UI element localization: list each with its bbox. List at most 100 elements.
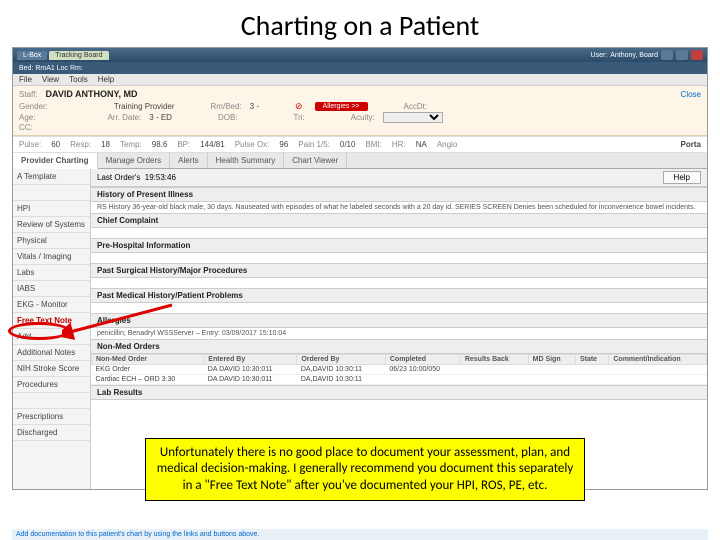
titlebar: L-Box Tracking Board User: Anthony, Boar… <box>13 48 707 62</box>
sidebar-item[interactable]: Physical <box>13 233 90 249</box>
table-header: Ordered By <box>297 355 386 365</box>
dob-label: DOB: <box>218 113 238 122</box>
main-tabs: Provider Charting Manage Orders Alerts H… <box>13 153 707 169</box>
sidebar: A Template HPIReview of SystemsPhysicalV… <box>13 169 91 489</box>
allergies-text: penicillin; Benadryl WSSServer – Entry: … <box>91 328 707 339</box>
hr-value: NA <box>416 140 427 149</box>
acuity-select[interactable] <box>383 112 443 123</box>
last-orders-label: Last Order's <box>97 173 140 182</box>
temp-value: 98.6 <box>152 140 168 149</box>
sidebar-item[interactable]: Add <box>13 329 90 345</box>
prehosp-body <box>91 253 707 263</box>
patient-header: Staff: DAVID ANTHONY, MD Close Gender: T… <box>13 86 707 136</box>
footer-message: Add documentation to this patient's char… <box>12 529 708 540</box>
menu-view[interactable]: View <box>42 75 59 84</box>
vitals-bar: Pulse:60 Resp:18 Temp:98.6 BP:144/81 Pul… <box>13 136 707 153</box>
titlebar-tab-tracking[interactable]: Tracking Board <box>49 51 108 60</box>
close-link[interactable]: Close <box>681 90 701 99</box>
angio-label: Angio <box>437 140 457 149</box>
sidebar-item[interactable] <box>13 393 90 409</box>
sidebar-item[interactable]: Labs <box>13 265 90 281</box>
table-header: Completed <box>385 355 460 365</box>
porta-link[interactable]: Porta <box>681 140 701 149</box>
slide-title: Charting on a Patient <box>0 0 720 47</box>
sidebar-item[interactable]: Prescriptions <box>13 409 90 425</box>
menu-file[interactable]: File <box>19 75 32 84</box>
sidebar-item[interactable] <box>13 185 90 201</box>
sidebar-item[interactable]: Procedures <box>13 377 90 393</box>
sidebar-item[interactable]: Vitals / Imaging <box>13 249 90 265</box>
hr-label: HR: <box>392 140 406 149</box>
psh-body <box>91 278 707 288</box>
staff-name: DAVID ANTHONY, MD <box>46 89 138 99</box>
allergies-button[interactable]: Allergies >> <box>315 102 368 111</box>
temp-label: Temp: <box>120 140 142 149</box>
sidebar-item[interactable]: HPI <box>13 201 90 217</box>
sidebar-item[interactable]: Additional Notes <box>13 345 90 361</box>
sidebar-item[interactable]: EKG - Monitor <box>13 297 90 313</box>
arrdate-value: 3 - ED <box>149 113 172 122</box>
tri-label: Tri: <box>294 113 305 122</box>
sidebar-item[interactable]: NIH Stroke Score <box>13 361 90 377</box>
accdt-label: AccDt: <box>404 102 428 111</box>
pain-label: Pain 1/5: <box>298 140 330 149</box>
bp-value: 144/81 <box>200 140 224 149</box>
alert-icon: ⊘ <box>295 101 303 112</box>
menu-tools[interactable]: Tools <box>69 75 88 84</box>
training-provider: Training Provider <box>114 102 175 111</box>
resp-value: 18 <box>101 140 110 149</box>
tab-health-summary[interactable]: Health Summary <box>208 153 285 168</box>
user-name: Anthony, Board <box>610 52 658 59</box>
staff-label: Staff: <box>19 90 38 99</box>
pain-value: 0/10 <box>340 140 356 149</box>
subheader: Last Order's 19:53:46 Help <box>91 169 707 187</box>
callout-box: Unfortunately there is no good place to … <box>145 438 585 501</box>
sidebar-item[interactable]: Review of Systems <box>13 217 90 233</box>
table-row[interactable]: Cardiac ECH – ORD 3:30DA DAVID 10:30:011… <box>92 375 707 385</box>
pox-value: 96 <box>279 140 288 149</box>
bed-label: Bed: RmA1 Loc Rm: <box>19 65 83 72</box>
rmbed-value: 3 - <box>250 102 259 111</box>
tab-manage-orders[interactable]: Manage Orders <box>98 153 171 168</box>
allergies-header: Allergies <box>91 313 707 328</box>
toolbar-secondary: Bed: RmA1 Loc Rm: <box>13 62 707 74</box>
sidebar-item[interactable]: Discharged <box>13 425 90 441</box>
nonmed-header: Non-Med Orders <box>91 339 707 354</box>
pmh-header: Past Medical History/Patient Problems <box>91 288 707 303</box>
arrdate-label: Arr. Date: <box>107 113 141 122</box>
pmh-body <box>91 303 707 313</box>
resp-label: Resp: <box>70 140 91 149</box>
table-header: Non-Med Order <box>92 355 204 365</box>
sidebar-item[interactable]: IABS <box>13 281 90 297</box>
age-label: Age: <box>19 113 35 122</box>
table-header: State <box>575 355 608 365</box>
last-orders-time: 19:53:46 <box>145 173 176 182</box>
bmi-label: BMI: <box>365 140 381 149</box>
table-header: MD Sign <box>528 355 575 365</box>
menu-help[interactable]: Help <box>98 75 114 84</box>
app-window: L-Box Tracking Board User: Anthony, Boar… <box>12 47 708 490</box>
help-button[interactable]: Help <box>663 171 701 184</box>
orders-table: Non-Med OrderEntered ByOrdered ByComplet… <box>91 354 707 385</box>
psh-header: Past Surgical History/Major Procedures <box>91 263 707 278</box>
lock-icon[interactable] <box>661 50 673 60</box>
hpi-header: History of Present Illness <box>91 187 707 202</box>
close-button[interactable] <box>691 50 703 60</box>
sidebar-item[interactable]: A Template <box>13 169 90 185</box>
pulse-value: 60 <box>51 140 60 149</box>
tab-provider-charting[interactable]: Provider Charting <box>13 153 98 169</box>
minimize-button[interactable] <box>676 50 688 60</box>
titlebar-tab-lbox[interactable]: L-Box <box>17 51 47 60</box>
table-row[interactable]: EKG OrderDA DAVID 10:30:011DA,DAVID 10:3… <box>92 365 707 375</box>
sidebar-item[interactable]: Free Text Note <box>13 313 90 329</box>
table-header: Results Back <box>460 355 528 365</box>
prehosp-header: Pre-Hospital Information <box>91 238 707 253</box>
table-header: Comment/Indication <box>609 355 707 365</box>
gender-label: Gender: <box>19 102 48 111</box>
tab-alerts[interactable]: Alerts <box>170 153 207 168</box>
cc-header: Chief Complaint <box>91 213 707 228</box>
menubar: File View Tools Help <box>13 74 707 86</box>
cc-body <box>91 228 707 238</box>
tab-chart-viewer[interactable]: Chart Viewer <box>284 153 347 168</box>
pox-label: Pulse Ox: <box>235 140 270 149</box>
